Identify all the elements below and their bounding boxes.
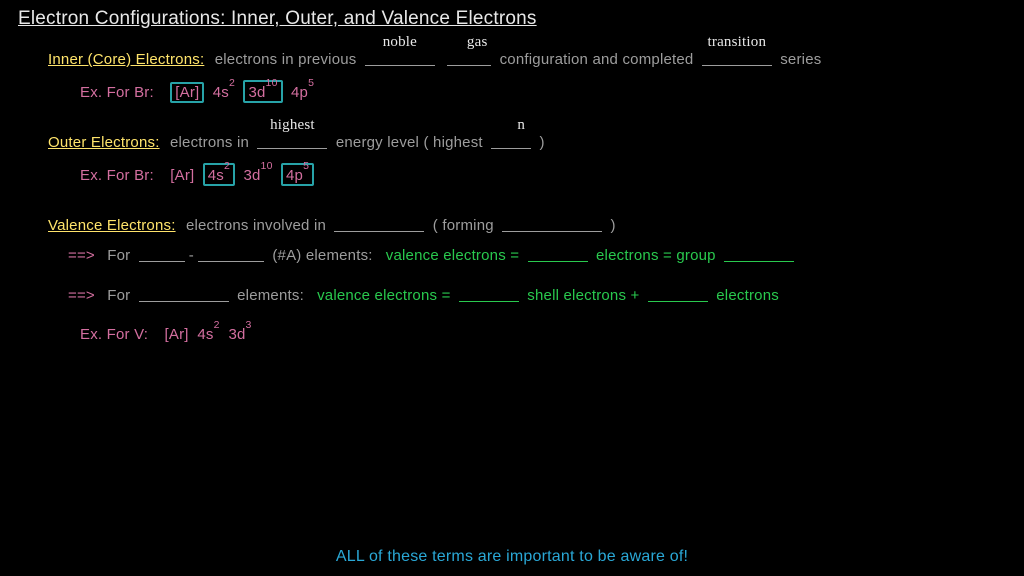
valence-config: [Ar] 4s2 3d3 <box>165 326 252 343</box>
box-4p: 4p5 <box>281 163 314 186</box>
valence-example: Ex. For V: [Ar] 4s2 3d3 <box>80 324 1006 343</box>
blank-transition: transition <box>702 50 772 66</box>
blank-r1d <box>724 246 794 262</box>
blank-r1b <box>198 246 264 262</box>
inner-text-post: series <box>780 51 821 68</box>
valence-text-post: ) <box>611 217 616 234</box>
inner-section: Inner (Core) Electrons: electrons in pre… <box>48 48 1006 68</box>
inner-ex-label: Ex. For Br: <box>80 84 154 101</box>
outer-example: Ex. For Br: [Ar] 4s2 3d10 4p5 <box>80 163 1006 186</box>
page-title: Electron Configurations: Inner, Outer, a… <box>18 8 1006 30</box>
inner-text-mid: configuration and completed <box>500 51 694 68</box>
blank-r1a <box>139 246 185 262</box>
blank-r2b <box>459 286 519 302</box>
box-ar: [Ar] <box>170 82 204 103</box>
arrow-icon: ==> <box>68 287 95 304</box>
rule-transition: ==> For elements: valence electrons = sh… <box>68 284 1006 304</box>
valence-text-pre: electrons involved in <box>186 217 326 234</box>
blank-r1c <box>528 246 588 262</box>
blank-r2a <box>139 286 229 302</box>
outer-text-mid: energy level ( highest <box>336 134 483 151</box>
arrow-icon: ==> <box>68 247 95 264</box>
slide: Electron Configurations: Inner, Outer, a… <box>0 0 1024 576</box>
outer-header: Outer Electrons: <box>48 134 160 151</box>
valence-section: Valence Electrons: electrons involved in… <box>48 214 1006 234</box>
blank-involved <box>334 216 424 232</box>
valence-ex-label: Ex. For V: <box>80 326 148 343</box>
outer-text-post: ) <box>540 134 545 151</box>
valence-rules: ==> For - (#A) elements: valence electro… <box>68 244 1006 304</box>
inner-text-pre: electrons in previous <box>215 51 357 68</box>
blank-n: n <box>491 133 531 149</box>
rule-main-group: ==> For - (#A) elements: valence electro… <box>68 244 1006 264</box>
blank-gas: gas <box>447 50 491 66</box>
inner-header: Inner (Core) Electrons: <box>48 51 204 68</box>
inner-config: [Ar] 4s2 3d10 4p5 <box>170 84 314 101</box>
blank-forming <box>502 216 602 232</box>
box-3d: 3d10 <box>243 80 282 103</box>
outer-section: Outer Electrons: electrons in highest en… <box>48 131 1006 151</box>
blank-highest: highest <box>257 133 327 149</box>
outer-ex-label: Ex. For Br: <box>80 167 154 184</box>
valence-text-mid: ( forming <box>433 217 494 234</box>
inner-example: Ex. For Br: [Ar] 4s2 3d10 4p5 <box>80 80 1006 103</box>
box-4s: 4s2 <box>203 163 235 186</box>
outer-text-pre: electrons in <box>170 134 249 151</box>
blank-r2c <box>648 286 708 302</box>
outer-config: [Ar] 4s2 3d10 4p5 <box>170 167 314 184</box>
valence-header: Valence Electrons: <box>48 217 176 234</box>
footer-note: ALL of these terms are important to be a… <box>0 548 1024 566</box>
blank-noble: noble <box>365 50 435 66</box>
